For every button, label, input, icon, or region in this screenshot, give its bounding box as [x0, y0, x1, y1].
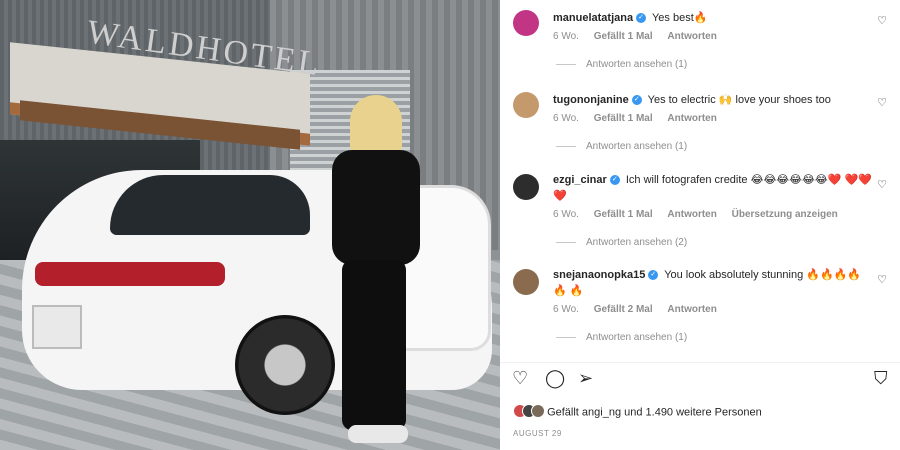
comment-time: 6 Wo. — [553, 209, 579, 220]
avatar[interactable] — [513, 10, 539, 36]
comment-likes-count[interactable]: Gefällt 1 Mal — [594, 209, 653, 220]
reply-button[interactable]: Antworten — [667, 113, 716, 124]
view-replies-label: Antworten ansehen (1) — [586, 59, 688, 70]
comment-username[interactable]: ezgi_cinar — [553, 174, 607, 186]
comment-text-block: manuelatatjana ✓ Yes best🔥 — [553, 10, 873, 26]
post-actions: ♡ ◯ ➢ ⛉ — [512, 368, 888, 394]
avatar[interactable] — [513, 92, 539, 118]
comment-icon[interactable]: ◯ — [545, 368, 565, 389]
photo-person-shoes — [348, 425, 408, 443]
photo-car-window — [110, 175, 310, 235]
view-replies-button[interactable]: Antworten ansehen (1) — [556, 141, 687, 152]
comment-text-block: ezgi_cinar ✓ Ich will fotografen credite … — [553, 172, 873, 204]
post-photo[interactable]: WALDHOTEL — [0, 0, 500, 450]
verified-icon: ✓ — [648, 270, 659, 281]
replies-line — [556, 241, 576, 243]
avatar[interactable] — [513, 174, 539, 200]
view-replies-button[interactable]: Antworten ansehen (1) — [556, 59, 687, 70]
view-replies-button[interactable]: Antworten ansehen (2) — [556, 237, 687, 248]
share-icon[interactable]: ➢ — [578, 368, 593, 389]
instagram-post: WALDHOTEL manuelatatjana ✓ Yes best🔥 ♡ 6… — [0, 0, 900, 450]
heart-icon[interactable]: ♡ — [877, 273, 887, 286]
avatar[interactable] — [513, 269, 539, 295]
comment-text-block: snejanaonopka15 ✓ You look absolutely stu… — [553, 267, 873, 299]
replies-line — [556, 145, 576, 147]
comment-text: Yes best🔥 — [651, 12, 708, 24]
verified-icon: ✓ — [609, 175, 620, 186]
comment-text-block: tugononjanine ✓ Yes to electric 🙌 love yo… — [553, 92, 873, 108]
comment-meta: 6 Wo. Gefällt 1 Mal Antworten — [553, 113, 729, 124]
heart-icon[interactable]: ♡ — [512, 368, 528, 389]
comment-meta: 6 Wo. Gefällt 1 Mal Antworten Übersetzun… — [553, 209, 850, 220]
comment-time: 6 Wo. — [553, 31, 579, 42]
comment-list[interactable]: manuelatatjana ✓ Yes best🔥 ♡ 6 Wo. Gefäll… — [500, 0, 900, 362]
comment-likes-count[interactable]: Gefällt 1 Mal — [594, 113, 653, 124]
comment-likes-count[interactable]: Gefällt 2 Mal — [594, 304, 653, 315]
liker-avatars — [513, 404, 545, 421]
view-replies-label: Antworten ansehen (2) — [586, 237, 688, 248]
comments-panel: manuelatatjana ✓ Yes best🔥 ♡ 6 Wo. Gefäll… — [500, 0, 900, 450]
translate-button[interactable]: Übersetzung anzeigen — [732, 209, 838, 220]
photo-person — [320, 95, 430, 450]
likes-text: Gefällt angi_ng und 1.490 weitere Person… — [547, 406, 762, 419]
comment-username[interactable]: manuelatatjana — [553, 12, 633, 24]
photo-car-plate — [32, 305, 82, 349]
replies-line — [556, 336, 576, 338]
verified-icon: ✓ — [636, 13, 647, 24]
post-date: AUGUST 29 — [513, 429, 562, 438]
replies-line — [556, 63, 576, 65]
view-replies-label: Antworten ansehen (1) — [586, 141, 688, 152]
reply-button[interactable]: Antworten — [667, 209, 716, 220]
divider — [500, 362, 900, 363]
heart-icon[interactable]: ♡ — [877, 96, 887, 109]
photo-person-hair — [350, 95, 402, 155]
heart-icon[interactable]: ♡ — [877, 178, 887, 191]
reply-button[interactable]: Antworten — [667, 31, 716, 42]
photo-person-torso — [332, 150, 420, 265]
photo-car-taillight — [35, 262, 225, 286]
comment-likes-count[interactable]: Gefällt 1 Mal — [594, 31, 653, 42]
comment-username[interactable]: tugononjanine — [553, 94, 629, 106]
reply-button[interactable]: Antworten — [667, 304, 716, 315]
comment-username[interactable]: snejanaonopka15 — [553, 269, 645, 281]
comment-meta: 6 Wo. Gefällt 1 Mal Antworten — [553, 31, 729, 42]
bookmark-icon[interactable]: ⛉ — [874, 368, 888, 389]
heart-icon[interactable]: ♡ — [877, 14, 887, 27]
likes-summary[interactable]: Gefällt angi_ng und 1.490 weitere Person… — [513, 404, 762, 421]
comment-text: Yes to electric 🙌 love your shoes too — [647, 94, 831, 106]
comment-time: 6 Wo. — [553, 113, 579, 124]
photo-person-legs — [342, 260, 406, 430]
view-replies-button[interactable]: Antworten ansehen (1) — [556, 332, 687, 343]
view-replies-label: Antworten ansehen (1) — [586, 332, 688, 343]
verified-icon: ✓ — [631, 95, 642, 106]
comment-meta: 6 Wo. Gefällt 2 Mal Antworten — [553, 304, 729, 315]
liker-avatar — [531, 404, 545, 418]
comment-time: 6 Wo. — [553, 304, 579, 315]
